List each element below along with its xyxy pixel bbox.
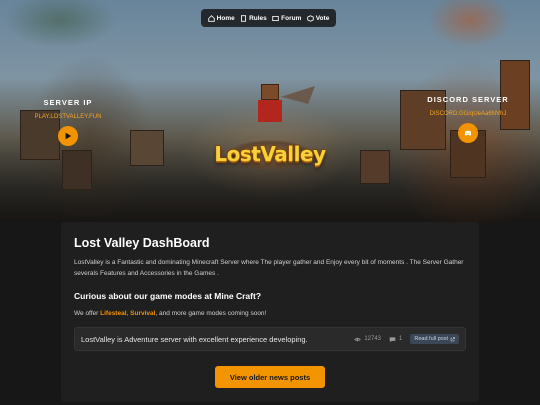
logo-character-head <box>261 84 279 100</box>
nav-forum-label: Forum <box>281 14 302 22</box>
post-comments: 1 <box>389 336 402 343</box>
top-nav: Home Rules Forum Vote <box>201 9 336 27</box>
play-icon <box>65 132 72 140</box>
comment-icon <box>389 336 396 342</box>
mode-lifesteal[interactable]: Lifesteal <box>100 310 126 317</box>
nav-vote[interactable]: Vote <box>306 14 330 22</box>
server-ip-title: SERVER IP <box>43 98 93 107</box>
modes-suffix: , and more game modes coming soon! <box>155 310 267 317</box>
modes-prefix: We offer <box>74 310 101 317</box>
book-icon <box>241 14 247 22</box>
home-icon <box>207 14 215 22</box>
forum-icon <box>272 15 279 21</box>
post-views: 12743 <box>354 336 381 343</box>
post-views-count: 12743 <box>364 336 382 342</box>
nav-rules-label: Rules <box>249 14 267 22</box>
post-title: LostValley is Adventure server with exce… <box>81 334 308 344</box>
logo-dragon-wing <box>281 86 315 104</box>
nav-home-label: Home <box>216 14 235 22</box>
post-comments-count: 1 <box>399 336 403 342</box>
dashboard-card: Lost Valley DashBoard LostValley is a Fa… <box>61 222 479 402</box>
game-modes-text: We offer Lifesteal, Survival, and more g… <box>74 310 466 317</box>
game-modes-heading: Curious about our game modes at Mine Cra… <box>74 291 262 301</box>
discord-value[interactable]: DISCORD.GG/qUeAa6NVhJ <box>418 111 518 117</box>
read-full-post-button[interactable]: Read full post <box>410 334 459 344</box>
server-ip-value[interactable]: PLAY.LOSTVALLEY.FUN <box>28 114 108 120</box>
read-full-post-label: Read full post <box>414 336 448 342</box>
discord-block: DISCORD SERVER DISCORD.GG/qUeAa6NVhJ <box>418 95 518 143</box>
server-ip-block: SERVER IP PLAY.LOSTVALLEY.FUN <box>28 98 108 146</box>
logo-character-body <box>258 100 282 122</box>
mode-survival[interactable]: Survival <box>130 310 155 317</box>
card-title: Lost Valley DashBoard <box>74 236 210 250</box>
lostvalley-logo: LostValley <box>205 82 335 182</box>
news-post[interactable]: LostValley is Adventure server with exce… <box>74 327 466 351</box>
nav-vote-label: Vote <box>315 14 330 22</box>
logo-text: LostValley <box>214 142 326 166</box>
nav-rules[interactable]: Rules <box>240 15 267 22</box>
discord-title: DISCORD SERVER <box>427 95 509 104</box>
discord-icon <box>464 130 472 136</box>
external-link-icon <box>450 336 455 341</box>
card-description: LostValley is a Fantastic and dominating… <box>74 259 464 277</box>
play-button[interactable] <box>58 126 78 146</box>
nav-home[interactable]: Home <box>207 14 235 22</box>
view-older-news-button[interactable]: View older news posts <box>215 366 325 388</box>
nav-forum[interactable]: Forum <box>272 15 301 22</box>
discord-button[interactable] <box>458 123 478 143</box>
eye-icon <box>354 337 362 341</box>
cube-icon <box>306 14 314 22</box>
